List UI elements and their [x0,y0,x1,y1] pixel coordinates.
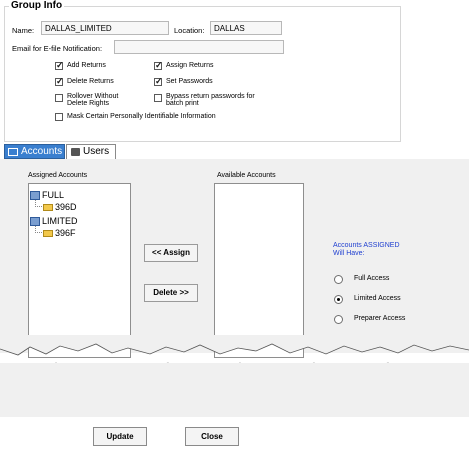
name-field[interactable]: DALLAS_LIMITED [41,21,169,35]
tab-users-label: Users [83,146,110,157]
rollover-checkbox[interactable] [55,94,63,102]
access-heading-line2: Will Have: [333,250,365,257]
group-icon [30,191,40,201]
delete-returns-checkbox[interactable] [55,76,64,86]
tree-item-full[interactable]: FULL [30,190,64,201]
folder-icon [43,204,53,212]
bypass-label-line2: batch print [166,100,199,107]
rollover-label-line2: Delete Rights [67,100,110,107]
add-returns-checkbox[interactable] [55,60,64,70]
assigned-accounts-header: Assigned Accounts [28,172,88,179]
accounts-panel-bottom [0,363,469,417]
location-field[interactable]: DALLAS [210,21,282,35]
delete-returns-label: Delete Returns [67,78,114,85]
available-accounts-list[interactable] [214,183,304,358]
assign-button[interactable]: << Assign [144,244,198,262]
update-button[interactable]: Update [93,427,147,446]
group-info-title: Group Info [9,0,65,11]
group-icon [30,217,40,227]
tree-item-limited[interactable]: LIMITED [30,216,78,227]
mask-pii-label: Mask Certain Personally Identifiable Inf… [67,113,216,120]
assigned-accounts-list[interactable]: FULL 396D LIMITED 396F [28,183,131,358]
mask-pii-checkbox[interactable] [55,113,63,121]
full-access-radio[interactable] [334,275,343,284]
add-returns-label: Add Returns [67,62,106,69]
email-label: Email for E-file Notification: [12,44,103,53]
tab-accounts[interactable]: Accounts [4,144,65,159]
location-label: Location: [174,26,205,35]
assign-returns-checkbox[interactable] [154,60,163,70]
name-label: Name: [12,26,35,35]
accounts-icon [8,148,18,156]
bypass-passwords-checkbox[interactable] [154,94,162,102]
close-button[interactable]: Close [185,427,239,446]
users-icon [71,148,80,156]
tab-users[interactable]: Users [66,144,116,159]
tree-item-396d[interactable]: 396D [43,202,77,212]
delete-button[interactable]: Delete >> [144,284,198,302]
folder-icon [43,230,53,238]
limited-access-radio[interactable] [334,295,343,304]
tab-accounts-label: Accounts [21,146,63,157]
tree-item-396f[interactable]: 396F [43,228,76,238]
access-heading-line1: Accounts ASSIGNED [333,242,400,249]
limited-access-label: Limited Access [354,295,401,302]
set-passwords-label: Set Passwords [166,78,213,85]
available-accounts-header: Available Accounts [217,172,276,179]
set-passwords-checkbox[interactable] [154,76,163,86]
email-field[interactable] [114,40,284,54]
preparer-access-label: Preparer Access [354,315,406,322]
preparer-access-radio[interactable] [334,315,343,324]
assign-returns-label: Assign Returns [166,62,214,69]
full-access-label: Full Access [354,275,390,282]
